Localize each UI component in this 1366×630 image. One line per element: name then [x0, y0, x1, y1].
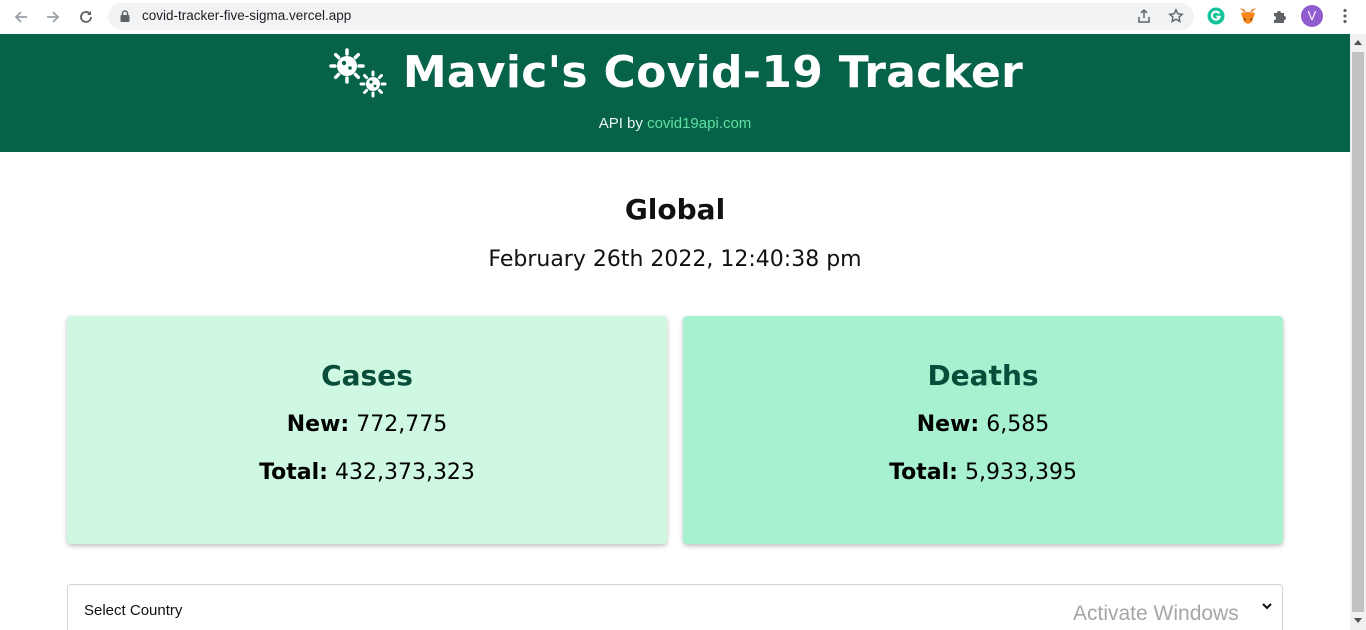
- metamask-extension-icon[interactable]: [1237, 5, 1259, 27]
- cases-new-stat: New: 772,775: [67, 412, 667, 437]
- page-title: Mavic's Covid-19 Tracker: [402, 46, 1024, 98]
- browser-toolbar: covid-tracker-five-sigma.vercel.app V: [0, 0, 1366, 34]
- title-row: Mavic's Covid-19 Tracker: [0, 46, 1350, 98]
- cases-total-stat: Total: 432,373,323: [67, 460, 667, 485]
- deaths-card: Deaths New: 6,585 Total: 5,933,395: [683, 316, 1283, 544]
- api-link[interactable]: covid19api.com: [647, 115, 751, 132]
- cases-new-value: 772,775: [356, 412, 448, 437]
- deaths-total-value: 5,933,395: [964, 460, 1077, 485]
- grammarly-extension-icon[interactable]: [1205, 5, 1227, 27]
- extensions-puzzle-icon[interactable]: [1269, 5, 1291, 27]
- address-bar[interactable]: covid-tracker-five-sigma.vercel.app: [108, 3, 1194, 30]
- deaths-total-label: Total:: [889, 460, 958, 485]
- browser-menu-icon[interactable]: [1334, 5, 1356, 27]
- activate-windows-watermark: Activate Windows: [1073, 602, 1239, 625]
- profile-initial: V: [1307, 8, 1317, 23]
- site-header: Mavic's Covid-19 Tracker API by covid19a…: [0, 34, 1350, 152]
- scroll-down-arrow-icon[interactable]: [1354, 618, 1362, 623]
- virus-icon: [329, 48, 387, 98]
- profile-avatar[interactable]: V: [1301, 5, 1323, 27]
- last-updated-timestamp: February 26th 2022, 12:40:38 pm: [488, 247, 862, 272]
- deaths-total-stat: Total: 5,933,395: [683, 460, 1283, 485]
- back-arrow-icon[interactable]: [8, 4, 34, 30]
- cases-new-label: New:: [286, 412, 350, 437]
- scroll-up-arrow-icon[interactable]: [1354, 40, 1362, 45]
- share-icon[interactable]: [1134, 6, 1154, 26]
- cases-card-title: Cases: [321, 359, 413, 392]
- cases-total-label: Total:: [259, 460, 328, 485]
- api-credit-prefix: API by: [598, 115, 643, 132]
- bookmark-star-icon[interactable]: [1166, 6, 1186, 26]
- cases-total-value: 432,373,323: [334, 460, 475, 485]
- api-credit: API by covid19api.com: [0, 115, 1350, 132]
- country-select-value: Select Country: [84, 602, 183, 619]
- cases-card: Cases New: 772,775 Total: 432,373,323: [67, 316, 667, 544]
- deaths-new-label: New:: [916, 412, 980, 437]
- reload-icon[interactable]: [73, 4, 99, 30]
- deaths-card-title: Deaths: [927, 359, 1039, 392]
- deaths-new-value: 6,585: [986, 412, 1050, 437]
- forward-arrow-icon[interactable]: [40, 4, 66, 30]
- url-text: covid-tracker-five-sigma.vercel.app: [142, 8, 352, 23]
- chevron-down-icon: [1262, 603, 1272, 610]
- scrollbar-thumb[interactable]: [1352, 52, 1364, 612]
- deaths-new-stat: New: 6,585: [683, 412, 1283, 437]
- page-scrollbar[interactable]: [1350, 34, 1366, 630]
- region-title: Global: [624, 193, 726, 226]
- lock-icon: [120, 10, 130, 22]
